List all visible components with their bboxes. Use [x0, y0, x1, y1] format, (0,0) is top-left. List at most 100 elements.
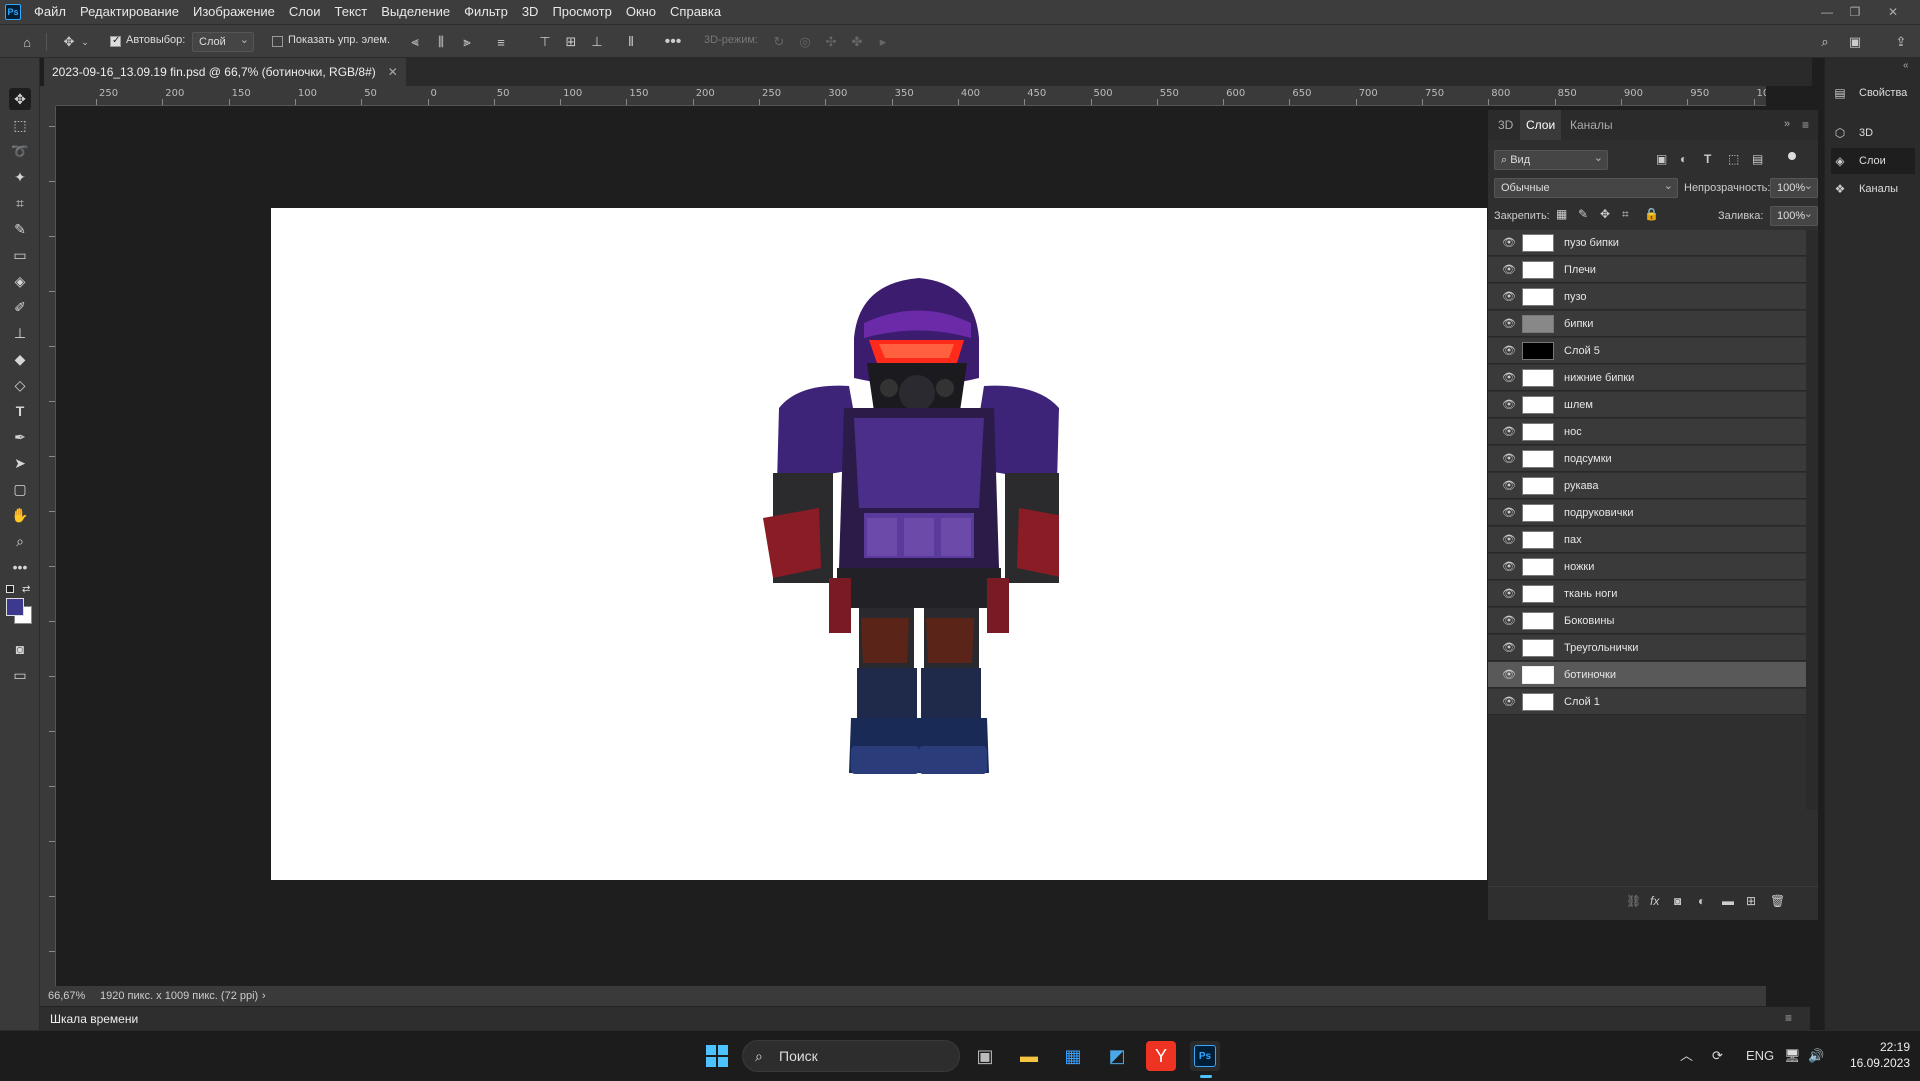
autoselect-dropdown[interactable]: Слой — [192, 32, 254, 52]
marquee-icon[interactable]: ⬚ — [9, 114, 31, 136]
smudge-icon[interactable]: ◇ — [9, 374, 31, 396]
tab-layers[interactable]: Слои — [1520, 110, 1562, 140]
pen-icon[interactable]: ✒ — [9, 426, 31, 448]
zoom-icon[interactable]: ⌕ — [9, 530, 31, 552]
home-icon[interactable]: ⌂ — [18, 33, 36, 51]
visibility-eye-icon[interactable]: 👁 — [1502, 641, 1516, 655]
eyedropper-icon[interactable]: ✎ — [9, 218, 31, 240]
3d-pan-icon[interactable]: ✣ — [822, 33, 840, 51]
foreground-color-swatch[interactable] — [6, 598, 24, 616]
opacity-input[interactable]: 100% — [1770, 178, 1818, 198]
visibility-eye-icon[interactable]: 👁 — [1502, 425, 1516, 439]
share-icon[interactable]: ⇪ — [1892, 33, 1910, 51]
visibility-eye-icon[interactable]: 👁 — [1502, 560, 1516, 574]
layer-name[interactable]: Боковины — [1564, 608, 1614, 634]
more-options-icon[interactable]: ••• — [664, 33, 682, 51]
quick-mask-icon[interactable]: ◙ — [9, 638, 31, 660]
menu-item-10[interactable]: Справка — [663, 0, 728, 24]
layer-thumbnail[interactable] — [1522, 504, 1554, 522]
layer-name[interactable]: пузо — [1564, 284, 1587, 310]
layer-name[interactable]: нижние бипки — [1564, 365, 1634, 391]
layer-row[interactable]: 👁 бипки — [1488, 311, 1806, 337]
status-more-icon[interactable]: › — [262, 986, 266, 1006]
layer-thumbnail[interactable] — [1522, 234, 1554, 252]
3d-roll-icon[interactable]: ◎ — [796, 33, 814, 51]
layer-name[interactable]: пузо бипки — [1564, 230, 1619, 256]
visibility-eye-icon[interactable]: 👁 — [1502, 452, 1516, 466]
menu-item-3[interactable]: Слои — [282, 0, 328, 24]
stamp-icon[interactable]: ⊥ — [9, 322, 31, 344]
layer-row[interactable]: 👁 рукава — [1488, 473, 1806, 499]
3d-orbit-icon[interactable]: ↻ — [770, 33, 788, 51]
windows-start-icon[interactable] — [702, 1041, 732, 1071]
delete-layer-icon[interactable]: 🗑 — [1770, 894, 1785, 908]
layer-name[interactable]: рукава — [1564, 473, 1599, 499]
lock-all-icon[interactable]: 🔒 — [1644, 207, 1659, 221]
lock-image-icon[interactable]: ✎ — [1578, 207, 1588, 221]
layer-thumbnail[interactable] — [1522, 666, 1554, 684]
crop-icon[interactable]: ⌗ — [9, 192, 31, 214]
menu-item-6[interactable]: Фильтр — [457, 0, 515, 24]
visibility-eye-icon[interactable]: 👁 — [1502, 533, 1516, 547]
panel-menu-icon[interactable]: ≡ — [1802, 118, 1809, 132]
minimize-icon[interactable]: — — [1814, 0, 1840, 24]
volume-icon[interactable]: 🔊 — [1808, 1031, 1824, 1081]
align-middle-v-icon[interactable]: ⊞ — [562, 33, 580, 51]
network-icon[interactable]: 🖥 — [1784, 1031, 1801, 1081]
menu-item-1[interactable]: Редактирование — [73, 0, 186, 24]
photoshop-task-icon[interactable]: Ps — [1190, 1041, 1220, 1071]
visibility-eye-icon[interactable]: 👁 — [1502, 317, 1516, 331]
layer-thumbnail[interactable] — [1522, 396, 1554, 414]
zoom-level[interactable]: 66,67% — [48, 986, 85, 1006]
layer-thumbnail[interactable] — [1522, 315, 1554, 333]
close-window-icon[interactable]: ✕ — [1870, 0, 1916, 24]
visibility-eye-icon[interactable]: 👁 — [1502, 506, 1516, 520]
visibility-eye-icon[interactable]: 👁 — [1502, 398, 1516, 412]
taskbar-search[interactable]: ⌕ Поиск — [742, 1040, 960, 1072]
side-item-3d[interactable]: ⬡ 3D — [1831, 120, 1915, 146]
sync-icon[interactable]: ⟳ — [1712, 1031, 1723, 1081]
layer-thumbnail[interactable] — [1522, 369, 1554, 387]
layer-thumbnail[interactable] — [1522, 558, 1554, 576]
visibility-eye-icon[interactable]: 👁 — [1502, 479, 1516, 493]
layer-thumbnail[interactable] — [1522, 477, 1554, 495]
tab-3d[interactable]: 3D — [1492, 110, 1519, 140]
layer-row[interactable]: 👁 Треугольнички — [1488, 635, 1806, 661]
eraser-icon[interactable]: ◆ — [9, 348, 31, 370]
tray-expand-icon[interactable]: ︿ — [1680, 1031, 1693, 1081]
clock[interactable]: 22:19 16.09.2023 — [1840, 1039, 1910, 1071]
3d-slide-icon[interactable]: ✤ — [848, 33, 866, 51]
layer-row[interactable]: 👁 пах — [1488, 527, 1806, 553]
add-mask-icon[interactable]: ◙ — [1674, 894, 1681, 908]
layer-row[interactable]: 👁 Слой 1 — [1488, 689, 1806, 715]
filter-shape-icon[interactable]: ⬚ — [1728, 152, 1739, 166]
photoshop-logo-icon[interactable]: Ps — [5, 4, 21, 20]
text-icon[interactable]: T — [9, 400, 31, 422]
tool-preset-chevron-icon[interactable]: ⌄ — [80, 33, 90, 51]
layer-name[interactable]: ножки — [1564, 554, 1594, 580]
move-icon[interactable]: ✥ — [9, 88, 31, 110]
menu-item-8[interactable]: Просмотр — [545, 0, 618, 24]
layer-thumbnail[interactable] — [1522, 423, 1554, 441]
document-canvas[interactable] — [271, 208, 1487, 880]
visibility-eye-icon[interactable]: 👁 — [1502, 371, 1516, 385]
menu-item-7[interactable]: 3D — [515, 0, 546, 24]
layer-row[interactable]: 👁 подруковички — [1488, 500, 1806, 526]
layer-name[interactable]: ботиночки — [1564, 662, 1616, 688]
tab-channels[interactable]: Каналы — [1564, 110, 1619, 140]
rectangle-icon[interactable]: ▢ — [9, 478, 31, 500]
layer-thumbnail[interactable] — [1522, 585, 1554, 603]
layer-row[interactable]: 👁 пузо бипки — [1488, 230, 1806, 256]
menu-item-2[interactable]: Изображение — [186, 0, 282, 24]
blend-mode-dropdown[interactable]: Обычные — [1494, 178, 1678, 198]
layer-name[interactable]: ткань ноги — [1564, 581, 1617, 607]
layer-row[interactable]: 👁 нижние бипки — [1488, 365, 1806, 391]
align-bottom-icon[interactable]: ⊥ — [588, 33, 606, 51]
layer-name[interactable]: Треугольнички — [1564, 635, 1638, 661]
layer-name[interactable]: пах — [1564, 527, 1582, 553]
ruler-horizontal[interactable]: 250 200 150 100 50 0 50 100 150 200 250 300 350 400 45… — [56, 86, 1766, 106]
path-select-icon[interactable]: ➤ — [9, 452, 31, 474]
visibility-eye-icon[interactable]: 👁 — [1502, 290, 1516, 304]
side-item-properties[interactable]: ▤ Свойства — [1831, 80, 1915, 106]
menu-item-0[interactable]: Файл — [27, 0, 73, 24]
